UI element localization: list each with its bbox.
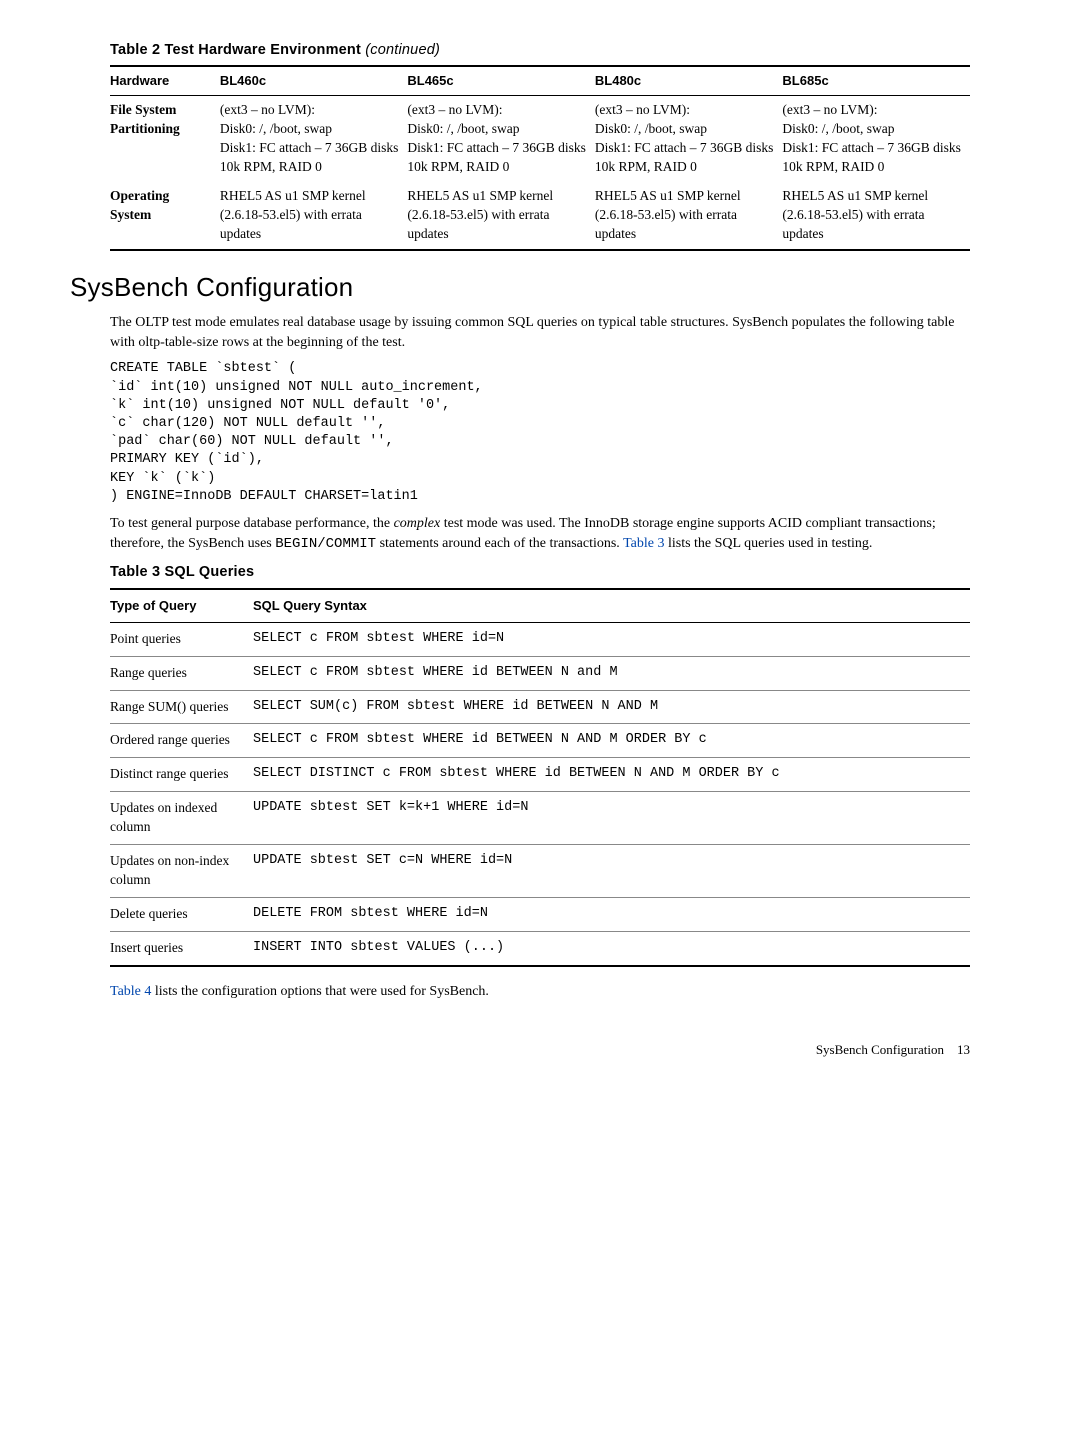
table3-header: SQL Query Syntax [253,589,970,623]
table-cell: RHEL5 AS u1 SMP kernel (2.6.18-53.el5) w… [782,182,970,250]
table-cell: RHEL5 AS u1 SMP kernel (2.6.18-53.el5) w… [407,182,595,250]
row-label: File System Partitioning [110,96,220,182]
table2-header: BL685c [782,66,970,96]
query-type: Distinct range queries [110,758,253,792]
section-heading: SysBench Configuration [70,269,970,305]
table2-header: BL480c [595,66,783,96]
table-row: Operating SystemRHEL5 AS u1 SMP kernel (… [110,182,970,250]
table-row: Ordered range queriesSELECT c FROM sbtes… [110,724,970,758]
table-row: Updates on indexed columnUPDATE sbtest S… [110,792,970,845]
table-cell: (ext3 – no LVM): Disk0: /, /boot, swap D… [407,96,595,182]
table3-header: Type of Query [110,589,253,623]
create-table-codeblock: CREATE TABLE `sbtest` ( `id` int(10) uns… [110,360,970,506]
para3-rest: lists the configuration options that wer… [151,984,489,999]
footer-page-number: 13 [957,1042,970,1057]
table-row: Delete queriesDELETE FROM sbtest WHERE i… [110,897,970,931]
query-sql: SELECT DISTINCT c FROM sbtest WHERE id B… [253,758,970,792]
table3: Type of Query SQL Query Syntax Point que… [110,588,970,967]
table-cell: RHEL5 AS u1 SMP kernel (2.6.18-53.el5) w… [220,182,408,250]
query-type: Updates on indexed column [110,792,253,845]
table2-caption: Table 2 Test Hardware Environment (conti… [110,40,970,60]
table-row: Range queriesSELECT c FROM sbtest WHERE … [110,656,970,690]
footer-section-label: SysBench Configuration [816,1042,944,1057]
table-cell: (ext3 – no LVM): Disk0: /, /boot, swap D… [782,96,970,182]
table2-header: Hardware [110,66,220,96]
table-row: File System Partitioning(ext3 – no LVM):… [110,96,970,182]
query-sql: UPDATE sbtest SET c=N WHERE id=N [253,844,970,897]
query-sql: INSERT INTO sbtest VALUES (...) [253,931,970,965]
paragraph-table4: Table 4 lists the configuration options … [110,982,970,1002]
query-type: Point queries [110,622,253,656]
query-type: Insert queries [110,931,253,965]
table3-caption: Table 3 SQL Queries [110,562,970,582]
query-sql: SELECT c FROM sbtest WHERE id=N [253,622,970,656]
query-type: Range SUM() queries [110,690,253,724]
table2-header: BL460c [220,66,408,96]
query-sql: SELECT c FROM sbtest WHERE id BETWEEN N … [253,656,970,690]
query-type: Range queries [110,656,253,690]
table-cell: (ext3 – no LVM): Disk0: /, /boot, swap D… [595,96,783,182]
query-type: Updates on non-index column [110,844,253,897]
para2-emphasis: complex [394,516,441,531]
query-sql: DELETE FROM sbtest WHERE id=N [253,897,970,931]
table2: Hardware BL460c BL465c BL480c BL685c Fil… [110,65,970,250]
row-label: Operating System [110,182,220,250]
para2-part: To test general purpose database perform… [110,516,394,531]
page-footer: SysBench Configuration 13 [110,1041,970,1059]
table2-caption-continued: (continued) [365,42,440,58]
table-row: Range SUM() queriesSELECT SUM(c) FROM sb… [110,690,970,724]
paragraph-complex: To test general purpose database perform… [110,514,970,554]
table-row: Updates on non-index columnUPDATE sbtest… [110,844,970,897]
table-row: Point queriesSELECT c FROM sbtest WHERE … [110,622,970,656]
table-row: Distinct range queriesSELECT DISTINCT c … [110,758,970,792]
query-sql: SELECT SUM(c) FROM sbtest WHERE id BETWE… [253,690,970,724]
para2-mono: BEGIN/COMMIT [275,536,376,552]
query-sql: SELECT c FROM sbtest WHERE id BETWEEN N … [253,724,970,758]
table-cell: RHEL5 AS u1 SMP kernel (2.6.18-53.el5) w… [595,182,783,250]
paragraph-intro: The OLTP test mode emulates real databas… [110,313,970,352]
table-row: Insert queriesINSERT INTO sbtest VALUES … [110,931,970,965]
para2-part: lists the SQL queries used in testing. [664,536,872,551]
table2-caption-text: Table 2 Test Hardware Environment [110,42,361,58]
table3-crossref-link[interactable]: Table 3 [623,536,664,551]
para2-part: statements around each of the transactio… [376,536,623,551]
query-sql: UPDATE sbtest SET k=k+1 WHERE id=N [253,792,970,845]
table-cell: (ext3 – no LVM): Disk0: /, /boot, swap D… [220,96,408,182]
table2-header: BL465c [407,66,595,96]
table4-crossref-link[interactable]: Table 4 [110,984,151,999]
query-type: Ordered range queries [110,724,253,758]
query-type: Delete queries [110,897,253,931]
